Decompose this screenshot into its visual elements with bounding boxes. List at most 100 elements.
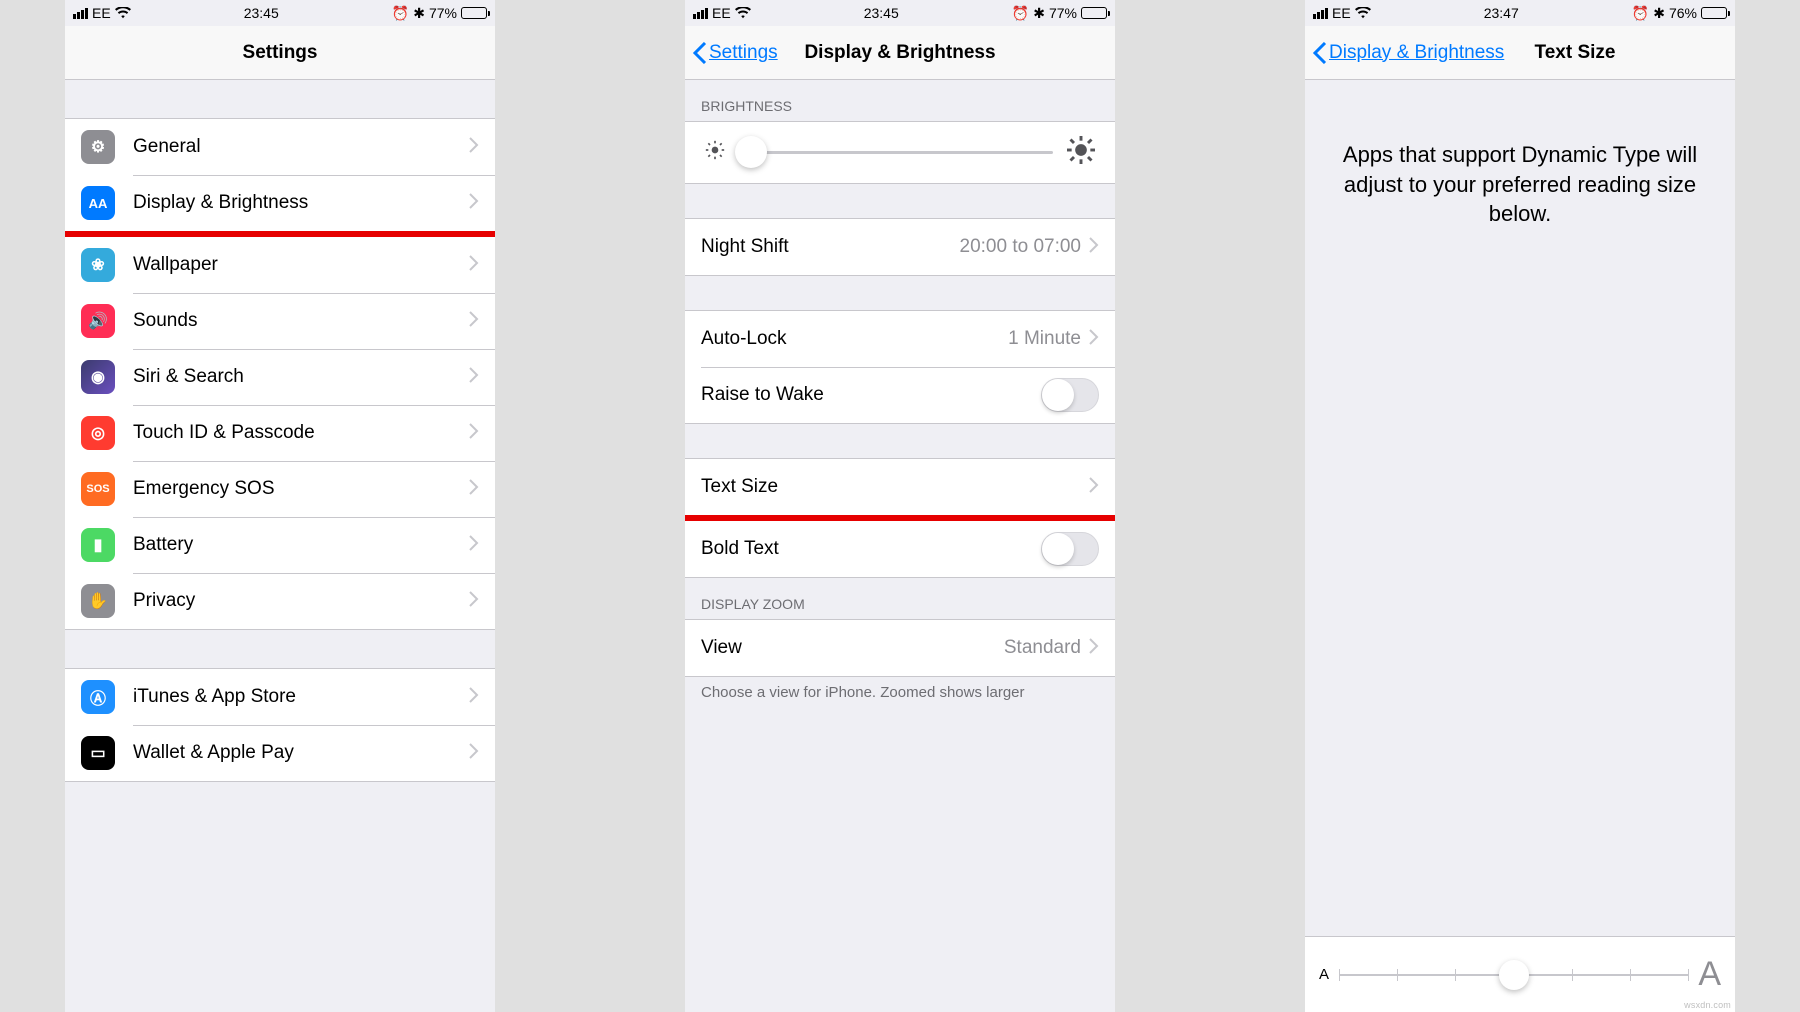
signal-icon xyxy=(693,8,708,19)
chevron-right-icon xyxy=(469,591,479,612)
fingerprint-icon: ◎ xyxy=(81,416,115,450)
back-label: Display & Brightness xyxy=(1329,42,1504,64)
raise-to-wake-toggle[interactable] xyxy=(1041,378,1099,412)
battery-percent: 76% xyxy=(1669,5,1697,21)
status-bar: EE 23:45 ⏰ ✱ 77% xyxy=(685,0,1115,26)
large-a-label: A xyxy=(1698,955,1721,994)
nav-bar: Display & Brightness Text Size xyxy=(1305,26,1735,80)
raise-to-wake-row: Raise to Wake xyxy=(685,367,1115,423)
brightness-slider[interactable] xyxy=(739,151,1053,154)
bluetooth-icon: ✱ xyxy=(1033,5,1045,22)
night-shift-value: 20:00 to 07:00 xyxy=(960,236,1082,258)
chevron-right-icon xyxy=(469,367,479,388)
battery-percent: 77% xyxy=(429,5,457,21)
settings-row-touchid[interactable]: ◎ Touch ID & Passcode xyxy=(65,405,495,461)
alarm-icon: ⏰ xyxy=(392,5,409,22)
back-label: Settings xyxy=(709,42,778,64)
bold-text-toggle[interactable] xyxy=(1041,532,1099,566)
chevron-left-icon xyxy=(1313,42,1327,64)
settings-row-general[interactable]: ⚙︎ General xyxy=(65,119,495,175)
text-size-row[interactable]: Text Size xyxy=(685,459,1115,515)
battery-icon xyxy=(1081,7,1107,19)
settings-row-battery[interactable]: ▮ Battery xyxy=(65,517,495,573)
settings-row-privacy[interactable]: ✋ Privacy xyxy=(65,573,495,629)
battery-setting-icon: ▮ xyxy=(81,528,115,562)
text-size-slider-row: A A xyxy=(1305,936,1735,1012)
chevron-right-icon xyxy=(469,193,479,214)
chevron-right-icon xyxy=(469,479,479,500)
chevron-right-icon xyxy=(469,137,479,158)
battery-icon xyxy=(1701,7,1727,19)
bold-text-row: Bold Text xyxy=(685,521,1115,577)
settings-row-wallpaper[interactable]: ❀ Wallpaper xyxy=(65,237,495,293)
settings-row-appstore[interactable]: Ⓐ iTunes & App Store xyxy=(65,669,495,725)
carrier-label: EE xyxy=(92,5,111,21)
carrier-label: EE xyxy=(1332,5,1351,21)
clock: 23:45 xyxy=(864,5,899,21)
gear-icon: ⚙︎ xyxy=(81,130,115,164)
nav-bar: Settings Display & Brightness xyxy=(685,26,1115,80)
wifi-icon xyxy=(735,7,751,19)
battery-icon xyxy=(461,7,487,19)
settings-row-sos[interactable]: SOS Emergency SOS xyxy=(65,461,495,517)
settings-row-sounds[interactable]: 🔊 Sounds xyxy=(65,293,495,349)
night-shift-row[interactable]: Night Shift 20:00 to 07:00 xyxy=(685,219,1115,275)
chevron-right-icon xyxy=(1089,329,1099,350)
slider-thumb[interactable] xyxy=(1499,960,1529,990)
screen-text-size: EE 23:47 ⏰ ✱ 76% Display & Brightness Te… xyxy=(1305,0,1735,1012)
hand-icon: ✋ xyxy=(81,584,115,618)
textsize-icon: AA xyxy=(81,186,115,220)
view-row[interactable]: View Standard xyxy=(685,620,1115,676)
bluetooth-icon: ✱ xyxy=(1653,5,1665,22)
chevron-left-icon xyxy=(693,42,707,64)
small-a-label: A xyxy=(1319,966,1329,983)
watermark: wsxdn.com xyxy=(1684,1000,1731,1010)
signal-icon xyxy=(1313,8,1328,19)
chevron-right-icon xyxy=(469,311,479,332)
chevron-right-icon xyxy=(469,255,479,276)
appstore-icon: Ⓐ xyxy=(81,680,115,714)
display-zoom-header: DISPLAY ZOOM xyxy=(685,578,1115,619)
settings-row-wallet[interactable]: ▭ Wallet & Apple Pay xyxy=(65,725,495,781)
page-title: Settings xyxy=(243,42,318,64)
clock: 23:47 xyxy=(1484,5,1519,21)
settings-row-siri[interactable]: ◉ Siri & Search xyxy=(65,349,495,405)
chevron-right-icon xyxy=(469,743,479,764)
slider-thumb[interactable] xyxy=(735,136,767,168)
page-title: Display & Brightness xyxy=(804,42,995,64)
settings-row-display-brightness[interactable]: AA Display & Brightness xyxy=(65,175,495,231)
alarm-icon: ⏰ xyxy=(1632,5,1649,22)
back-button[interactable]: Display & Brightness xyxy=(1313,42,1504,64)
brightness-header: BRIGHTNESS xyxy=(685,80,1115,121)
brightness-slider-row xyxy=(685,122,1115,183)
auto-lock-row[interactable]: Auto-Lock 1 Minute xyxy=(685,311,1115,367)
chevron-right-icon xyxy=(469,423,479,444)
wifi-icon xyxy=(115,7,131,19)
chevron-right-icon xyxy=(1089,638,1099,659)
chevron-right-icon xyxy=(1089,237,1099,258)
chevron-right-icon xyxy=(1089,477,1099,498)
status-bar: EE 23:45 ⏰ ✱ 77% xyxy=(65,0,495,26)
screen-display-brightness: EE 23:45 ⏰ ✱ 77% Settings Display & Brig… xyxy=(685,0,1115,1012)
clock: 23:45 xyxy=(244,5,279,21)
display-zoom-footer: Choose a view for iPhone. Zoomed shows l… xyxy=(685,677,1115,719)
chevron-right-icon xyxy=(469,535,479,556)
back-button[interactable]: Settings xyxy=(693,42,778,64)
sounds-icon: 🔊 xyxy=(81,304,115,338)
battery-percent: 77% xyxy=(1049,5,1077,21)
dynamic-type-description: Apps that support Dynamic Type will adju… xyxy=(1305,80,1735,289)
screen-settings: EE 23:45 ⏰ ✱ 77% Settings ⚙︎ General AA … xyxy=(65,0,495,1012)
settings-list: ⚙︎ General AA Display & Brightness ❀ Wal… xyxy=(65,118,495,630)
auto-lock-value: 1 Minute xyxy=(1008,328,1081,350)
nav-bar: Settings xyxy=(65,26,495,80)
settings-list-2: Ⓐ iTunes & App Store ▭ Wallet & Apple Pa… xyxy=(65,668,495,782)
signal-icon xyxy=(73,8,88,19)
text-size-slider[interactable] xyxy=(1339,974,1688,976)
sos-icon: SOS xyxy=(81,472,115,506)
sun-small-icon xyxy=(705,140,725,165)
page-title: Text Size xyxy=(1535,42,1616,64)
wifi-icon xyxy=(1355,7,1371,19)
sun-large-icon xyxy=(1067,136,1095,169)
siri-icon: ◉ xyxy=(81,360,115,394)
alarm-icon: ⏰ xyxy=(1012,5,1029,22)
